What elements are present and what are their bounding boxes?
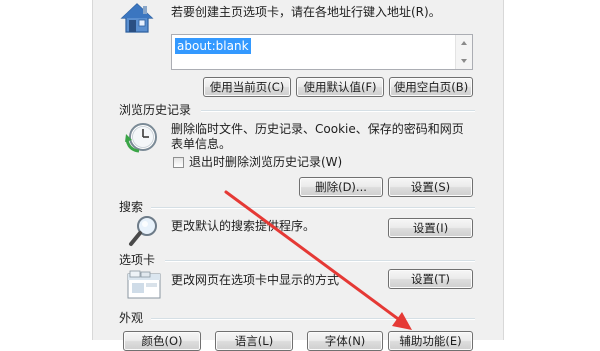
red-arrow-annotation [224,190,412,330]
